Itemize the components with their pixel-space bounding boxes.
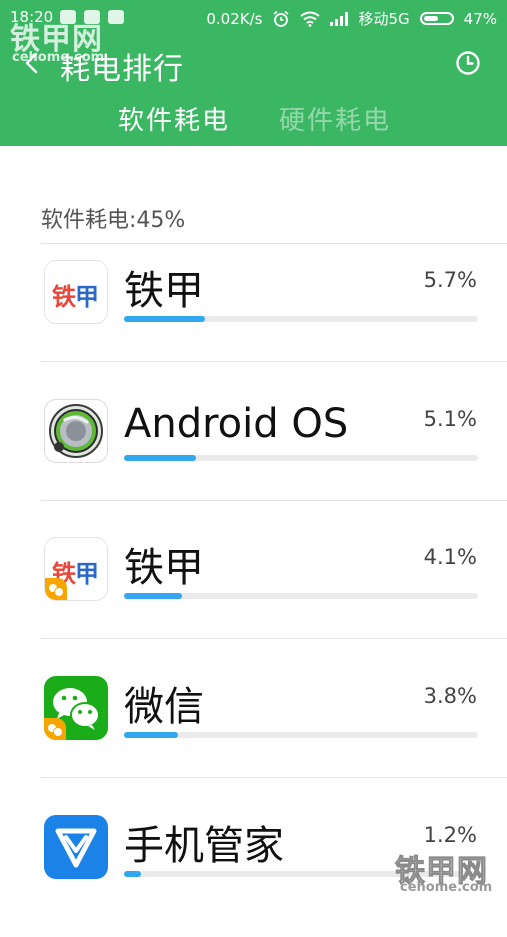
alarm-icon: [273, 10, 289, 27]
divider: [41, 361, 507, 362]
divider: [41, 777, 507, 778]
wechat-dual-icon: [44, 676, 108, 740]
app-header: 18:20 0.02K/s 移动5G 47% 耗电排行 软件耗电 硬件耗电: [0, 0, 507, 146]
tab-software-usage[interactable]: 软件耗电: [118, 100, 230, 137]
battery-level: [423, 16, 438, 21]
android-os-graphic: [49, 404, 103, 458]
usage-bar-fill: [124, 455, 197, 461]
divider: [41, 500, 507, 501]
clock-icon[interactable]: [455, 50, 481, 76]
app-name: 铁甲: [124, 268, 204, 314]
divider: [41, 638, 507, 639]
dual-app-badge-icon: [45, 578, 67, 600]
phone-manager-icon: [44, 815, 108, 879]
usage-bar: [124, 593, 478, 599]
app-name: Android OS: [124, 401, 349, 447]
tab-bar: 软件耗电 硬件耗电: [0, 100, 507, 140]
usage-percent: 5.7%: [423, 268, 477, 292]
status-time: 18:20: [10, 8, 54, 26]
notification-icon: [108, 10, 124, 24]
back-arrow-icon[interactable]: [18, 48, 46, 78]
usage-bar: [124, 732, 478, 738]
notification-icon: [60, 10, 76, 24]
app-name: 铁甲: [124, 545, 204, 591]
net-speed: 0.02K/s: [206, 9, 263, 28]
signal-icon: [330, 11, 349, 26]
usage-percent: 5.1%: [423, 407, 477, 431]
usage-percent: 3.8%: [423, 684, 477, 708]
app-name: 手机管家: [124, 823, 284, 869]
tab-hardware-usage[interactable]: 硬件耗电: [279, 100, 391, 137]
carrier-label: 移动5G: [358, 10, 410, 28]
usage-bar-fill: [124, 871, 141, 877]
tiejia-dual-icon: 铁甲: [44, 537, 108, 601]
usage-bar-fill: [124, 593, 183, 599]
usage-bar: [124, 455, 478, 461]
status-indicators: 0.02K/s 移动5G 47%: [206, 8, 497, 29]
tiejia-icon: 铁甲: [44, 260, 108, 324]
tiejia-logo: 铁甲: [52, 283, 99, 311]
notification-icon: [84, 10, 100, 24]
usage-percent: 1.2%: [423, 823, 477, 847]
shield-icon: [55, 828, 97, 868]
usage-bar: [124, 871, 478, 877]
section-summary: 软件耗电:45%: [41, 208, 186, 233]
dual-app-badge-icon: [44, 718, 66, 740]
battery-percent: 47%: [463, 9, 497, 28]
usage-bar-fill: [124, 732, 178, 738]
status-bar: 18:20 0.02K/s 移动5G 47%: [0, 0, 507, 36]
app-name: 微信: [124, 684, 204, 730]
android-os-icon: [44, 399, 108, 463]
battery-icon: [419, 12, 454, 25]
page-title: 耗电排行: [60, 52, 184, 87]
wifi-icon: [300, 11, 321, 27]
title-bar: 耗电排行: [0, 38, 507, 90]
app-usage-row[interactable]: 手机管家 1.2%: [0, 799, 507, 937]
usage-bar-fill: [124, 316, 205, 322]
usage-bar: [124, 316, 478, 322]
usage-percent: 4.1%: [423, 545, 477, 569]
